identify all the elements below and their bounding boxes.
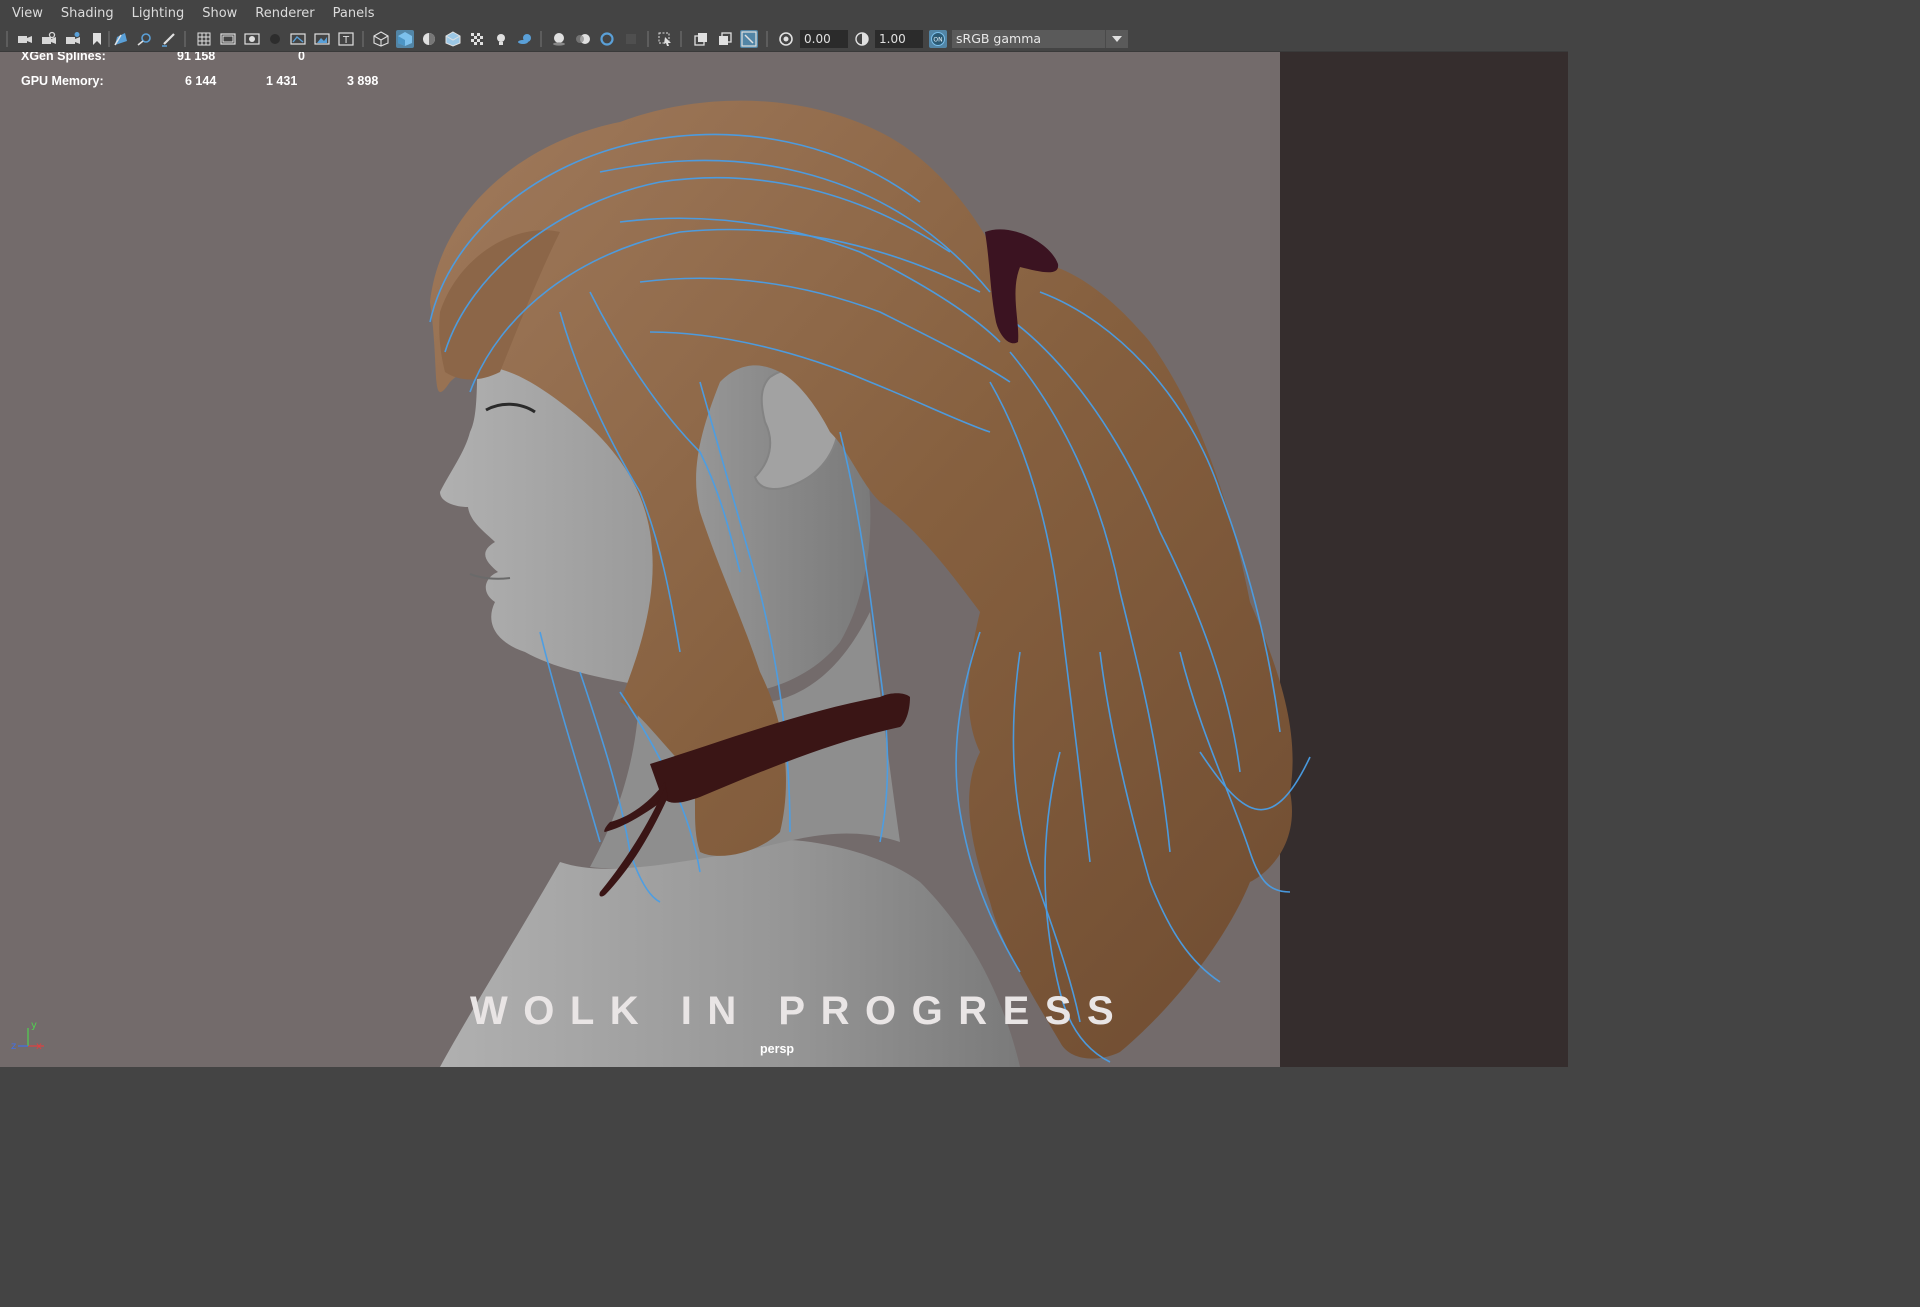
field-chart-icon[interactable] xyxy=(289,30,307,48)
multisample-aa-icon[interactable] xyxy=(598,30,616,48)
axis-indicator: y x z xyxy=(11,1020,44,1052)
viewport-menubar: View Shading Lighting Show Renderer Pane… xyxy=(0,0,1568,27)
menu-show[interactable]: Show xyxy=(193,6,246,21)
hud-value: 6 144 xyxy=(185,74,217,88)
2d-pan-zoom-icon[interactable] xyxy=(136,30,154,48)
default-material-icon[interactable] xyxy=(420,30,438,48)
isolate-select-icon[interactable] xyxy=(656,30,674,48)
camera-select-icon[interactable] xyxy=(16,30,34,48)
bookmark-icon[interactable] xyxy=(88,30,106,48)
toolbar-separator xyxy=(766,31,768,47)
exposure-icon[interactable] xyxy=(777,30,795,48)
hud-value: 0 xyxy=(298,52,305,63)
grease-pencil-icon[interactable] xyxy=(160,30,178,48)
toolbar-separator xyxy=(680,31,682,47)
toolbar-separator xyxy=(108,31,110,47)
gamma-icon[interactable] xyxy=(853,30,871,48)
axis-x-label: x xyxy=(36,1041,42,1052)
menu-view[interactable]: View xyxy=(0,6,52,21)
depth-of-field-icon[interactable] xyxy=(622,30,640,48)
chevron-down-icon[interactable] xyxy=(1105,30,1128,48)
camera-name: persp xyxy=(760,1042,795,1056)
safe-action-icon[interactable] xyxy=(313,30,331,48)
wireframe-icon[interactable] xyxy=(372,30,390,48)
axis-y-label: y xyxy=(31,1020,37,1031)
hud-value: 3 898 xyxy=(347,74,379,88)
viewport-canvas[interactable]: XGen Splines: 91 158 0 GPU Memory: 6 144… xyxy=(0,52,1568,1067)
camera-attributes-icon[interactable] xyxy=(64,30,82,48)
axis-z-label: z xyxy=(11,1041,16,1052)
scene-render xyxy=(429,52,1568,1067)
film-gate-icon[interactable] xyxy=(219,30,237,48)
menu-lighting[interactable]: Lighting xyxy=(123,6,194,21)
color-management-badge: ON xyxy=(933,37,942,44)
smooth-shade-icon[interactable] xyxy=(396,30,414,48)
screen-space-ao-icon[interactable] xyxy=(550,30,568,48)
wireframe-on-shaded-icon[interactable] xyxy=(444,30,462,48)
background-wall xyxy=(1280,52,1568,1067)
gamma-field[interactable]: 1.00 xyxy=(875,30,923,48)
color-space-dropdown[interactable]: sRGB gamma xyxy=(952,30,1128,48)
svg-text:T: T xyxy=(342,35,350,46)
watermark-text: WOLK IN PROGRESS xyxy=(470,989,1130,1033)
menu-panels[interactable]: Panels xyxy=(324,6,384,21)
safe-title-icon[interactable]: T xyxy=(337,30,355,48)
resolution-gate-icon[interactable] xyxy=(243,30,261,48)
toolbar-separator xyxy=(184,31,186,47)
toolbar-separator xyxy=(6,31,8,47)
motion-blur-icon[interactable] xyxy=(574,30,592,48)
grid-icon[interactable] xyxy=(195,30,213,48)
hud-value: 91 158 xyxy=(177,52,216,63)
shadows-icon[interactable] xyxy=(516,30,534,48)
menu-renderer[interactable]: Renderer xyxy=(246,6,323,21)
xray-joints-icon[interactable] xyxy=(740,30,758,48)
image-plane-icon[interactable] xyxy=(112,30,130,48)
xray-icon[interactable] xyxy=(692,30,710,48)
toolbar-separator xyxy=(647,31,649,47)
exposure-field[interactable]: 0.00 xyxy=(800,30,848,48)
xray-active-components-icon[interactable] xyxy=(716,30,734,48)
use-all-lights-icon[interactable] xyxy=(492,30,510,48)
hud-label: XGen Splines: xyxy=(21,52,106,63)
color-management-icon[interactable]: ON xyxy=(929,30,947,48)
hud-label: GPU Memory: xyxy=(21,74,104,88)
textured-icon[interactable] xyxy=(468,30,486,48)
viewport-toolbar: T 0.00 1.00 ON sRGB gamma xyxy=(0,27,1568,52)
menu-shading[interactable]: Shading xyxy=(52,6,123,21)
hud-value: 1 431 xyxy=(266,74,298,88)
camera-lock-icon[interactable] xyxy=(40,30,58,48)
toolbar-separator xyxy=(540,31,542,47)
gate-mask-icon[interactable] xyxy=(266,30,284,48)
toolbar-separator xyxy=(362,31,364,47)
color-space-value: sRGB gamma xyxy=(956,31,1042,46)
